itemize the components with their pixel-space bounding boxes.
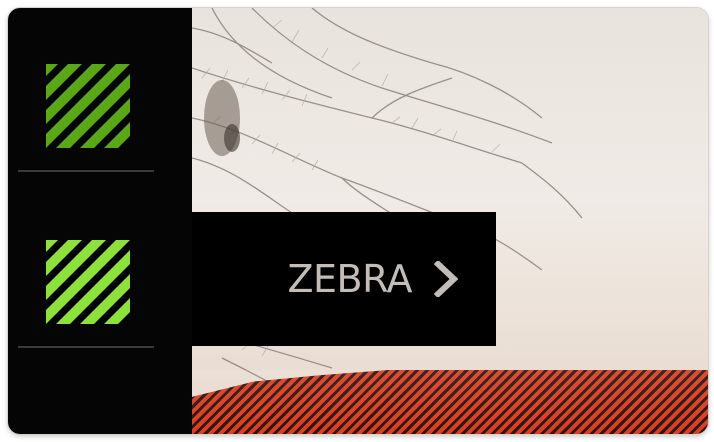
zebra-stripes-icon-active[interactable]: [46, 240, 130, 324]
monitor-screen: ZEBRA: [8, 8, 708, 434]
rail-divider: [18, 346, 154, 348]
zebra-stripes-icon[interactable]: [46, 64, 130, 148]
chevron-right-icon: [433, 259, 460, 299]
left-tool-rail: [8, 8, 192, 434]
zebra-menu-button[interactable]: ZEBRA: [192, 212, 496, 346]
zebra-label: ZEBRA: [287, 257, 413, 301]
rail-divider: [18, 170, 154, 172]
